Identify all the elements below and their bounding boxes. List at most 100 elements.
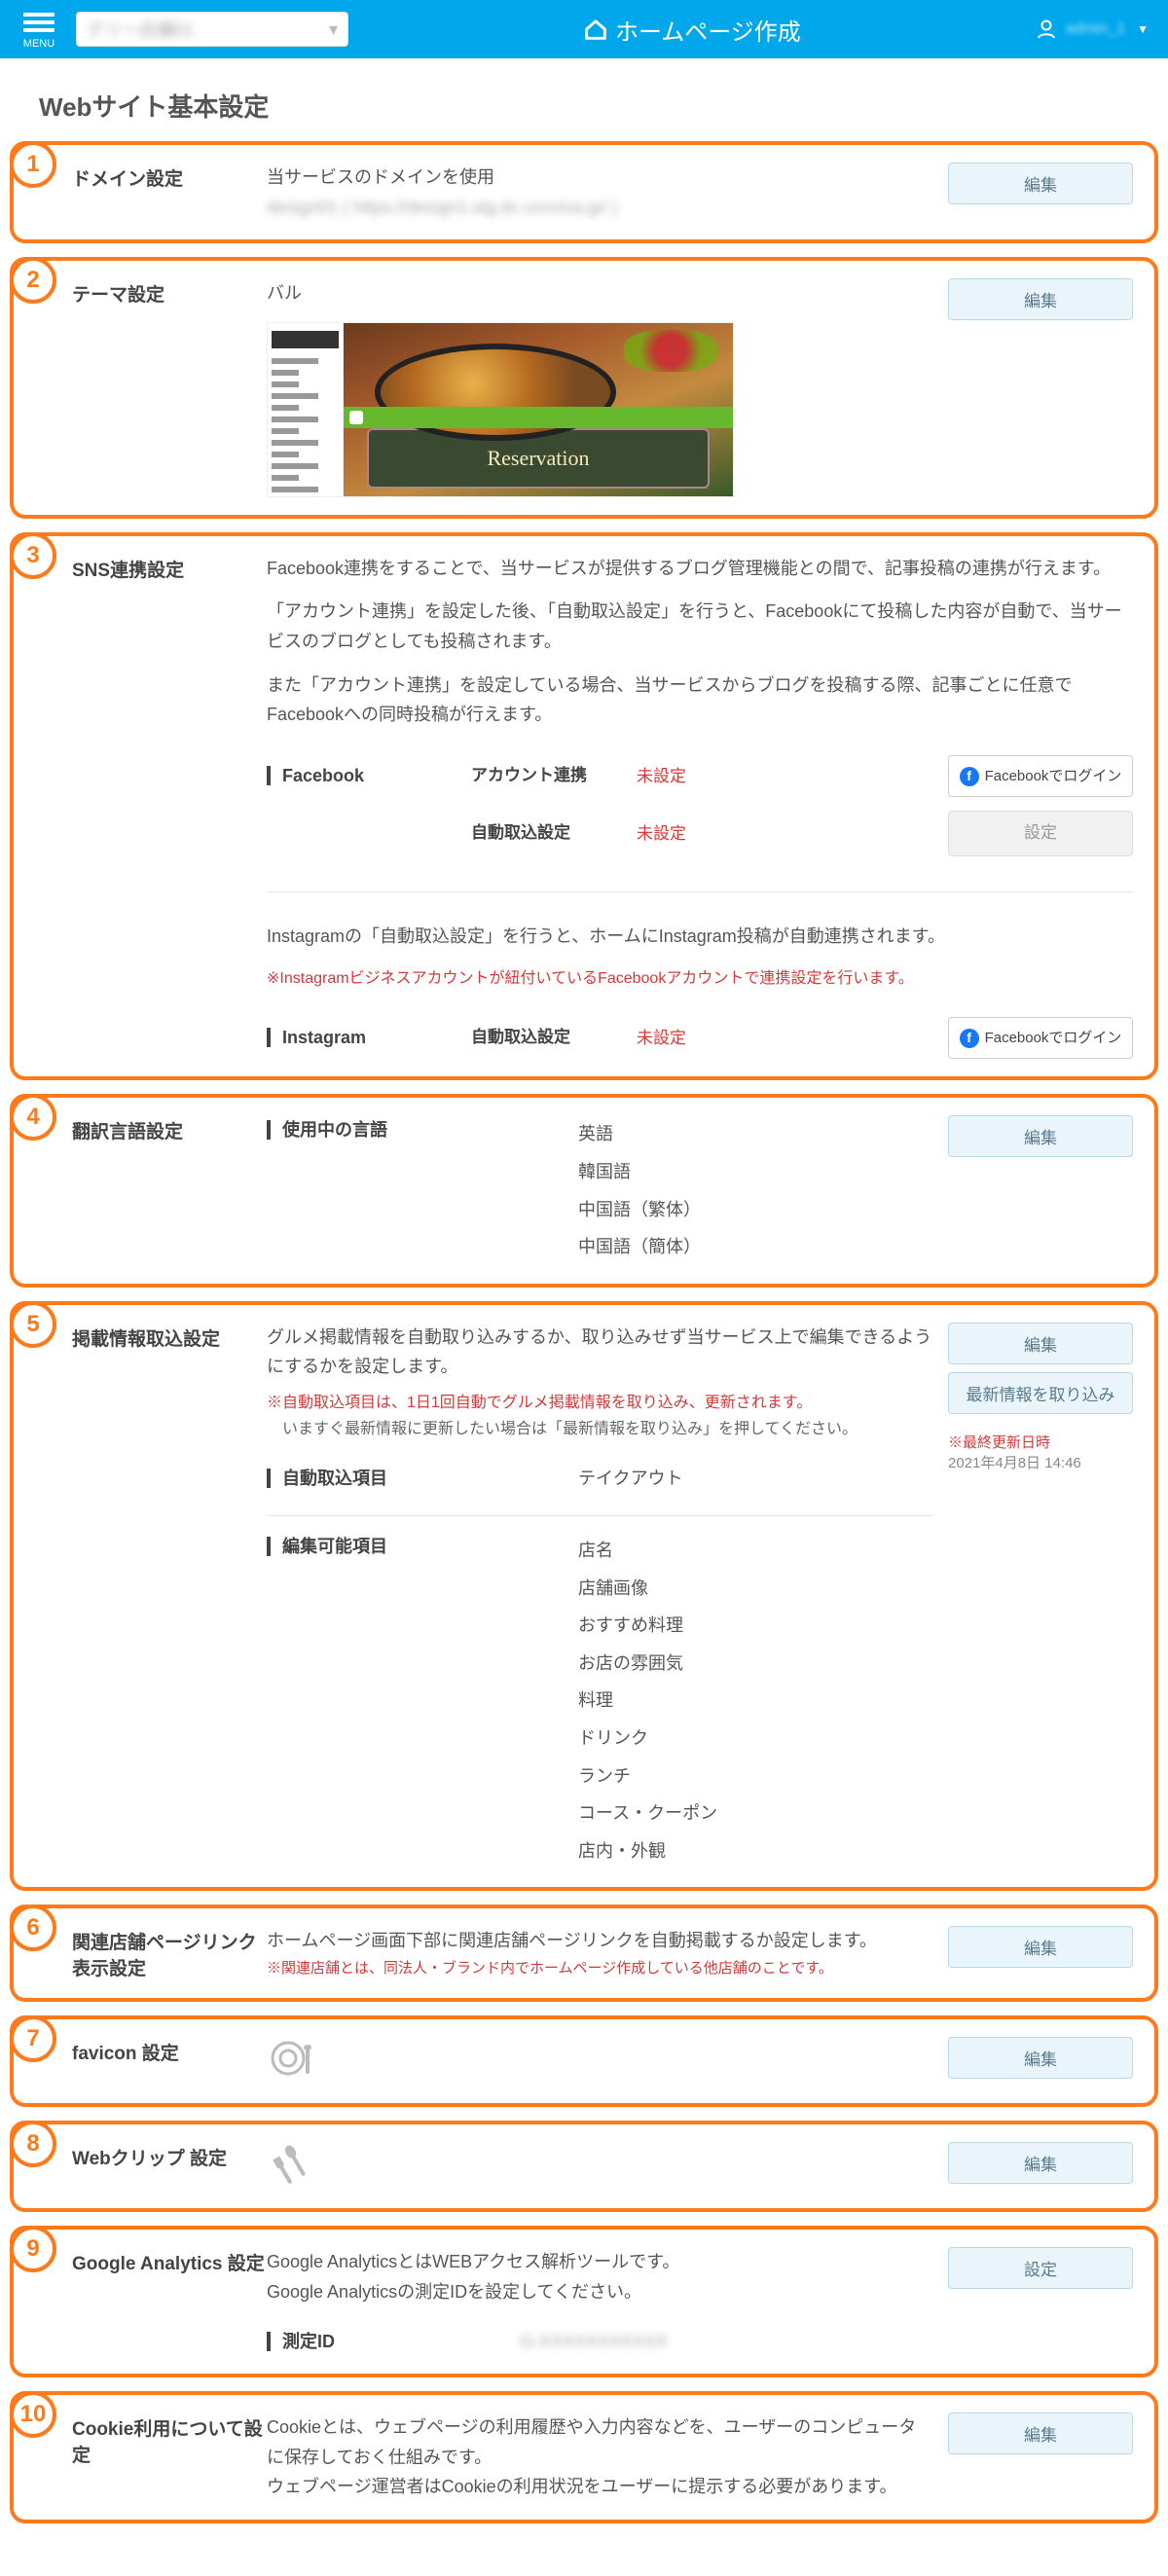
list-item: 中国語（繁体） [578,1191,701,1229]
section-number: 7 [10,2015,56,2062]
settings-button[interactable]: 設定 [948,2247,1133,2289]
plate-icon [267,2037,315,2086]
cutlery-icon [267,2142,315,2191]
instagram-note: ※Instagramビジネスアカウントが紐付いているFacebookアカウントで… [267,965,1133,992]
fb-autoimport-label: 自動取込設定 [471,819,637,848]
edit-button[interactable]: 編集 [948,2142,1133,2184]
edit-button[interactable]: 編集 [948,1115,1133,1157]
section-label: favicon 設定 [72,2037,267,2065]
caret-down-icon: ▼ [1137,22,1149,36]
list-item: 料理 [578,1682,717,1720]
instagram-heading: Instagram [267,1028,366,1047]
hamburger-icon [23,9,55,36]
section-body: 使用中の言語 英語 韓国語 中国語（繁体） 中国語（簡体） [267,1115,948,1265]
user-name: admin_1 [1066,20,1125,38]
store-select-value: グリー店舗01 [87,17,194,42]
edit-button[interactable]: 編集 [948,2413,1133,2454]
edit-button[interactable]: 編集 [948,2037,1133,2079]
section-related-links: 6 関連店舗ページリンク表示設定 ホームページ画面下部に関連店舗ページリンクを自… [10,1905,1158,2002]
user-icon [1035,18,1058,41]
facebook-heading: Facebook [267,766,364,785]
facebook-login-button[interactable]: fFacebookでログイン [948,1017,1133,1060]
section-label: SNS連携設定 [72,554,267,582]
section-number: 4 [10,1094,56,1141]
store-select[interactable]: グリー店舗01 ▾ [76,12,348,47]
section-number: 3 [10,532,56,579]
list-item: 店内・外観 [578,1832,717,1870]
settings-button-disabled: 設定 [948,811,1133,856]
home-icon [582,16,609,43]
facebook-icon: f [960,1029,979,1048]
section-body: グルメ掲載情報を自動取り込みするか、取り込みせず当サービス上で編集できるようにす… [267,1323,948,1870]
sections: 1 ドメイン設定 当サービスのドメインを使用 design01 ( https:… [0,141,1168,2576]
list-item: 店舗画像 [578,1570,717,1608]
fb-account-link-value: 未設定 [637,767,686,785]
section-body: 当サービスのドメインを使用 design01 ( https://design1… [267,163,948,222]
list-item: お店の雰囲気 [578,1645,717,1683]
fb-autoimport-value: 未設定 [637,824,686,843]
edit-button[interactable]: 編集 [948,1323,1133,1364]
edit-button[interactable]: 編集 [948,163,1133,204]
theme-thumbnail: Reservation [267,322,734,497]
section-number: 6 [10,1905,56,1951]
section-cookie: 10 Cookie利用について設定 Cookieとは、ウェブページの利用履歴や入… [10,2391,1158,2523]
list-item: 中国語（簡体） [578,1228,701,1266]
section-body [267,2037,948,2086]
import-note1: ※自動取込項目は、1日1回自動でグルメ掲載情報を取り込み、更新されます。 [267,1390,932,1416]
list-item: 英語 [578,1115,701,1153]
section-webclip: 8 Webクリップ 設定 編集 [10,2121,1158,2212]
section-body: Cookieとは、ウェブページの利用履歴や入力内容などを、ユーザーのコンピュータ… [267,2413,948,2502]
page-title: Webサイト基本設定 [0,58,1168,141]
user-menu[interactable]: admin_1 ▼ [1035,18,1158,41]
domain-value: design01 ( https://design1.stg.dc.conviv… [267,193,932,223]
list-item: おすすめ料理 [578,1607,717,1645]
section-body [267,2142,948,2191]
section-body: Google AnalyticsとはWEBアクセス解析ツールです。 Google… [267,2247,948,2356]
auto-import-heading: 自動取込項目 [267,1469,387,1488]
menu-button[interactable]: MENU [10,9,68,50]
import-note2: いますぐ最新情報に更新したい場合は「最新情報を取り込み」を押してください。 [267,1416,932,1442]
menu-label: MENU [23,38,55,50]
divider [267,891,1133,892]
edit-button[interactable]: 編集 [948,1926,1133,1968]
theme-name: バル [267,278,932,308]
ig-autoimport-value: 未設定 [637,1029,686,1047]
section-translation: 4 翻訳言語設定 使用中の言語 英語 韓国語 中国語（繁体） 中国語（簡体） 編… [10,1094,1158,1287]
section-number: 1 [10,141,56,188]
topbar: MENU グリー店舗01 ▾ ホームページ作成 admin_1 ▼ [0,0,1168,58]
facebook-login-button[interactable]: fFacebookでログイン [948,755,1133,798]
section-number: 5 [10,1301,56,1348]
section-number: 9 [10,2226,56,2272]
languages-heading: 使用中の言語 [267,1120,387,1140]
section-analytics: 9 Google Analytics 設定 Google Analyticsとは… [10,2226,1158,2377]
ig-autoimport-label: 自動取込設定 [471,1024,637,1052]
section-label: 翻訳言語設定 [72,1115,267,1143]
chevron-down-icon: ▾ [329,19,338,40]
facebook-icon: f [960,767,979,786]
measurement-id-value: G-XXXXXXXXXXX [520,2327,668,2357]
fb-account-link-label: アカウント連携 [471,762,637,790]
section-label: Webクリップ 設定 [72,2142,267,2170]
list-item: ランチ [578,1758,717,1796]
fetch-latest-button[interactable]: 最新情報を取り込み [948,1372,1133,1414]
app-title: ホームページ作成 [348,13,1035,47]
section-label: Cookie利用について設定 [72,2413,267,2467]
language-list: 英語 韓国語 中国語（繁体） 中国語（簡体） [578,1115,701,1265]
list-item: ドリンク [578,1720,717,1758]
section-body: バル Reservation [267,278,948,497]
divider [267,1515,932,1516]
section-body: ホームページ画面下部に関連店舗ページリンクを自動掲載するか設定します。 ※関連店… [267,1926,948,1980]
section-number: 8 [10,2121,56,2167]
section-domain: 1 ドメイン設定 当サービスのドメインを使用 design01 ( https:… [10,141,1158,243]
section-number: 2 [10,257,56,304]
last-updated: ※最終更新日時 2021年4月8日 14:46 [948,1432,1133,1472]
list-item: コース・クーポン [578,1795,717,1832]
section-import: 5 掲載情報取込設定 グルメ掲載情報を自動取り込みするか、取り込みせず当サービス… [10,1301,1158,1892]
edit-button[interactable]: 編集 [948,278,1133,320]
section-label: Google Analytics 設定 [72,2247,267,2275]
section-label: 掲載情報取込設定 [72,1323,267,1351]
section-label: 関連店舗ページリンク表示設定 [72,1926,267,1980]
measurement-id-heading: 測定ID [267,2332,335,2351]
editable-list: 店名 店舗画像 おすすめ料理 お店の雰囲気 料理 ドリンク ランチ コース・クー… [578,1532,717,1869]
section-label: ドメイン設定 [72,163,267,191]
